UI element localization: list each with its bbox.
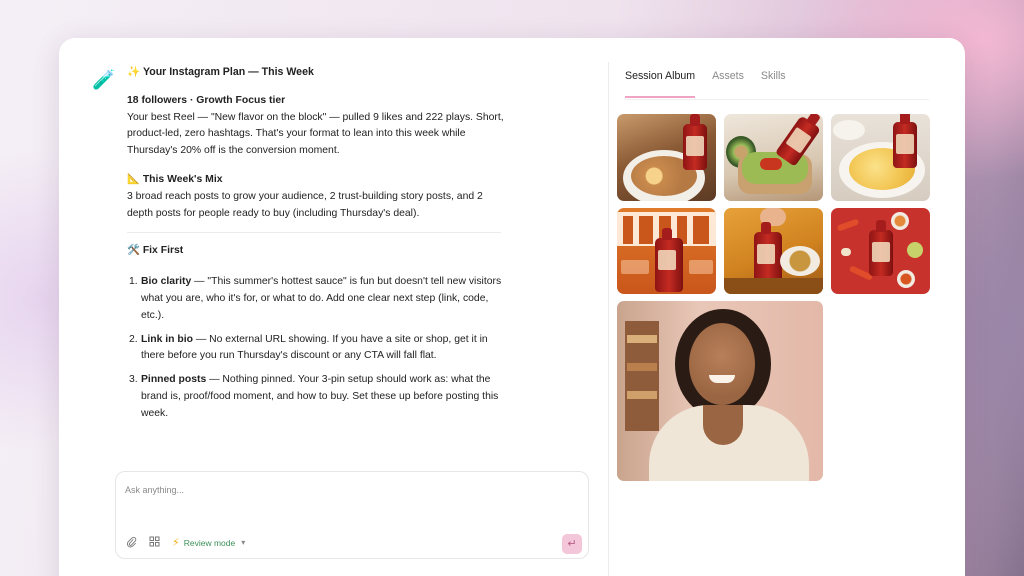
plan-title: ✨ Your Instagram Plan — This Week — [127, 66, 314, 78]
chat-pane: 🧪 ✨ Your Instagram Plan — This Week 18 f… — [59, 38, 608, 576]
grid-icon[interactable] — [149, 536, 160, 550]
tabs-underline — [625, 99, 929, 100]
fix-heading: 🛠️ Fix First — [127, 245, 184, 257]
send-button[interactable]: ↵ — [562, 534, 582, 554]
fix-label: Pinned posts — [141, 374, 207, 386]
tab-skills[interactable]: Skills — [761, 70, 786, 98]
tab-assets[interactable]: Assets — [712, 70, 744, 98]
review-mode-label: Review mode — [183, 537, 236, 548]
fix-list: 1. Bio clarity — "This summer's hottest … — [129, 274, 507, 422]
paperclip-icon[interactable] — [126, 536, 137, 551]
assistant-message: ✨ Your Instagram Plan — This Week 18 fol… — [127, 64, 507, 430]
tier-heading: 18 followers · Growth Focus tier — [127, 94, 286, 106]
fix-label: Bio clarity — [141, 276, 192, 288]
chat-input[interactable] — [125, 480, 565, 500]
fix-label: Link in bio — [141, 333, 193, 345]
taste-poster-sauce-photo[interactable] — [617, 208, 716, 294]
app-window: 🧪 ✨ Your Instagram Plan — This Week 18 f… — [59, 38, 965, 576]
smiling-woman-portrait-photo[interactable] — [617, 301, 823, 481]
section-divider — [127, 232, 501, 234]
mix-heading: 📐 This Week's Mix — [127, 173, 223, 185]
fix-item: 1. Bio clarity — "This summer's hottest … — [129, 276, 502, 321]
mix-body: 3 broad reach posts to grow your audienc… — [127, 190, 483, 219]
fix-item: 3. Pinned posts — Nothing pinned. Your 3… — [129, 374, 499, 419]
sauce-chili-flatlay-photo[interactable] — [831, 208, 930, 294]
scrambled-eggs-sauce-photo[interactable] — [831, 114, 930, 201]
enter-icon: ↵ — [567, 538, 577, 550]
fix-text: — "This summer's hottest sauce" is fun b… — [141, 276, 502, 321]
lightning-icon: ⚡ — [172, 537, 180, 549]
fix-text: — No external URL showing. If you have a… — [141, 333, 488, 362]
tier-body: Your best Reel — "New flavor on the bloc… — [127, 111, 504, 157]
hand-holding-sauce-photo[interactable] — [724, 208, 823, 294]
composer: ⚡ Review mode ▾ ↵ — [115, 471, 589, 559]
avocado-toast-sauce-photo[interactable] — [724, 114, 823, 201]
album-tabs: Session Album Assets Skills — [625, 70, 786, 98]
fix-item: 2. Link in bio — No external URL showing… — [129, 333, 488, 362]
review-mode-dropdown[interactable]: ⚡ Review mode ▾ — [172, 536, 245, 549]
chevron-down-icon: ▾ — [241, 538, 246, 547]
tab-session-album[interactable]: Session Album — [625, 70, 696, 98]
assistant-avatar-icon: 🧪 — [92, 70, 116, 91]
album-pane: Session Album Assets Skills — [609, 38, 965, 576]
ramen-with-sauce-photo[interactable] — [617, 114, 716, 201]
